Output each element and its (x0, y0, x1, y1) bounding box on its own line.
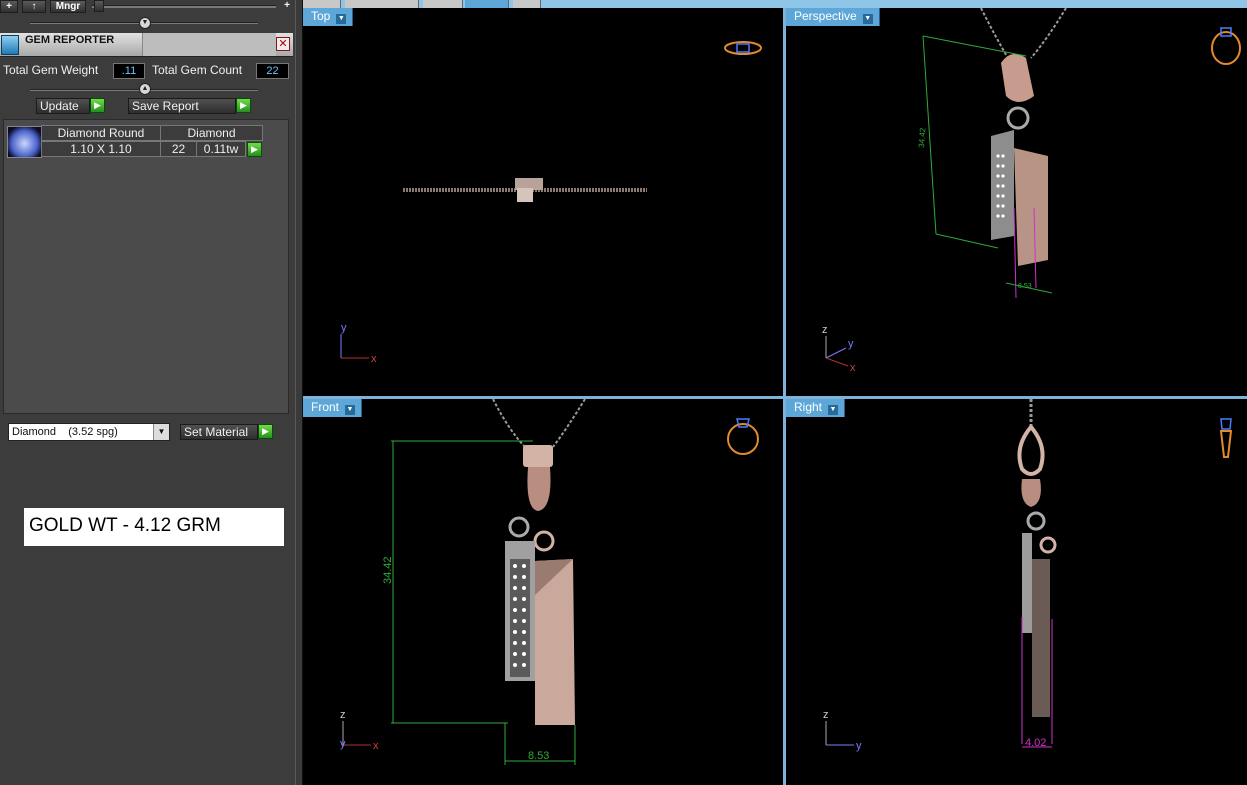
svg-text:x: x (371, 353, 377, 365)
viewport-right[interactable]: Right ▼ 4.02 z y (786, 399, 1247, 785)
diamond-round-icon (7, 126, 42, 158)
tab-perspective[interactable] (345, 0, 419, 8)
gem-count: 22 (160, 141, 197, 157)
total-gem-weight-value: .11 (113, 63, 145, 79)
axis-triad-icon: z y x (822, 324, 856, 374)
perspective-view-model: 34.42 8.53 z y x (822, 8, 1241, 374)
manager-button[interactable]: Mngr (50, 0, 86, 13)
svg-text:z: z (823, 709, 829, 721)
perspective-width-dim: 8.53 (1018, 283, 1032, 290)
gem-weight: 0.11tw (196, 141, 246, 157)
gem-list: Diamond Round Diamond 1.10 X 1.10 22 0.1… (3, 119, 289, 414)
ring-view-icon (724, 41, 762, 55)
svg-text:y: y (340, 738, 346, 750)
svg-text:z: z (822, 324, 828, 336)
add-icon[interactable]: + (280, 0, 294, 13)
front-height-dim: 34.42 (382, 556, 394, 584)
gem-shape: Diamond Round (41, 125, 161, 141)
slider-handle[interactable] (94, 0, 104, 12)
viewport-tab-strip (303, 0, 1247, 8)
svg-text:y: y (856, 740, 862, 752)
save-report-button[interactable]: Save Report (128, 98, 236, 114)
axis-triad-icon: y x (340, 322, 377, 365)
gem-select-play-icon[interactable]: ▶ (247, 142, 262, 157)
gem-size: 1.10 X 1.10 (41, 141, 161, 157)
viewport-top[interactable]: Top ▼ y x (303, 8, 783, 396)
total-gem-count-value: 22 (256, 63, 289, 79)
perspective-height-dim: 34.42 (917, 127, 927, 148)
viewport-front[interactable]: Front ▼ 34.42 8.53 z y x (303, 399, 783, 785)
total-gem-count-label: Total Gem Count (152, 63, 243, 77)
header-tab (142, 33, 276, 56)
update-play-icon[interactable]: ▶ (90, 98, 105, 113)
ring-view-icon (1219, 418, 1233, 458)
set-material-play-icon[interactable]: ▶ (258, 424, 273, 439)
gold-weight-note: GOLD WT - 4.12 GRM (24, 508, 284, 546)
tab-right[interactable] (465, 0, 509, 8)
front-width-dim: 8.53 (528, 750, 549, 762)
axis-triad-icon: z y (823, 709, 862, 752)
material-select-value: Diamond (3.52 spg) (12, 426, 118, 438)
viewport-perspective[interactable]: Perspective ▼ 34.42 8.53 z y x (786, 8, 1247, 396)
panel-splitter[interactable] (295, 0, 303, 785)
gem-reporter-icon (1, 35, 19, 55)
toolbar-slider[interactable] (92, 5, 276, 8)
svg-text:y: y (341, 322, 347, 334)
right-depth-dim: 4.02 (1025, 737, 1046, 749)
material-select[interactable]: Diamond (3.52 spg) ▼ (8, 423, 170, 441)
add-icon[interactable]: + (0, 0, 18, 13)
axis-triad-icon: z y x (340, 709, 379, 752)
svg-text:x: x (850, 362, 856, 374)
tab-top[interactable] (303, 0, 341, 8)
svg-text:y: y (848, 338, 854, 350)
collapse-knob-icon[interactable]: ▼ (139, 17, 151, 29)
svg-text:x: x (373, 740, 379, 752)
gem-reporter-panel: + ↑ Mngr + ▼ GEM REPORTER ✕ Total Gem We… (0, 0, 295, 785)
gem-reporter-header: GEM REPORTER ✕ (0, 33, 293, 57)
front-view-model: 34.42 8.53 z y x (340, 399, 759, 765)
update-button[interactable]: Update (36, 98, 90, 114)
rhino-matrix-window: + ↑ Mngr + ▼ GEM REPORTER ✕ Total Gem We… (0, 0, 1247, 785)
set-material-button[interactable]: Set Material (180, 424, 258, 440)
tab-extra[interactable] (513, 0, 541, 8)
panel-title: GEM REPORTER (25, 34, 115, 46)
svg-text:z: z (340, 709, 346, 721)
close-icon[interactable]: ✕ (276, 37, 290, 51)
top-view-model: y x (340, 41, 762, 365)
right-view-model: 4.02 z y (823, 399, 1233, 752)
ring-view-icon (1211, 27, 1241, 65)
ring-view-icon (727, 418, 759, 455)
gem-material: Diamond (160, 125, 263, 141)
tab-front[interactable] (423, 0, 463, 8)
up-arrow-icon[interactable]: ↑ (22, 0, 46, 13)
total-gem-weight-label: Total Gem Weight (3, 63, 99, 77)
save-report-play-icon[interactable]: ▶ (236, 98, 251, 113)
collapse-knob-icon[interactable]: ▲ (139, 83, 151, 95)
chevron-down-icon[interactable]: ▼ (153, 424, 169, 440)
